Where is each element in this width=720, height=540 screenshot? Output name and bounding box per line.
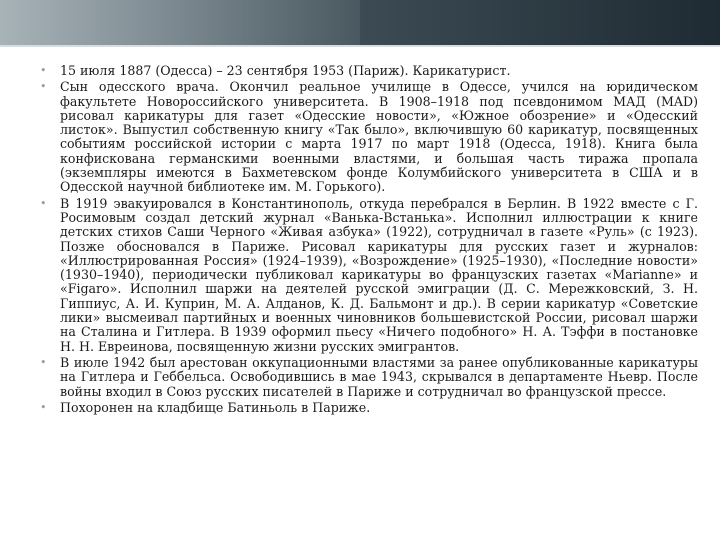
list-item: • 15 июля 1887 (Одесса) – 23 сентября 19…	[40, 63, 698, 78]
list-item-text: Сын одесского врача. Окончил реальное уч…	[60, 79, 698, 195]
bullet-icon: •	[40, 80, 47, 94]
list-item-text: 15 июля 1887 (Одесса) – 23 сентября 1953…	[60, 63, 511, 78]
bullet-icon: •	[40, 400, 47, 414]
slide: • 15 июля 1887 (Одесса) – 23 сентября 19…	[0, 0, 720, 540]
list-item: • В июле 1942 был арестован оккупационны…	[40, 354, 698, 399]
bullet-icon: •	[40, 64, 47, 77]
list-item: • Сын одесского врача. Окончил реальное …	[40, 80, 698, 194]
list-item-text: В июле 1942 был арестован оккупационными…	[60, 354, 698, 399]
header-gradient-right	[360, 0, 720, 45]
header-gradient-left	[0, 0, 360, 45]
list-item: • В 1919 эвакуировался в Константинополь…	[40, 195, 698, 354]
bullet-icon: •	[40, 196, 47, 210]
list-item-text: Похоронен на кладбище Батиньоль в Париже…	[60, 399, 371, 415]
list-item-text: В 1919 эвакуировался в Константинополь, …	[60, 195, 698, 354]
bullet-list: • 15 июля 1887 (Одесса) – 23 сентября 19…	[40, 63, 698, 415]
list-item: • Похоронен на кладбище Батиньоль в Пари…	[40, 399, 698, 415]
bullet-icon: •	[40, 355, 47, 369]
slide-body: • 15 июля 1887 (Одесса) – 23 сентября 19…	[40, 63, 698, 417]
header-band	[0, 0, 720, 45]
header-divider	[0, 45, 720, 47]
